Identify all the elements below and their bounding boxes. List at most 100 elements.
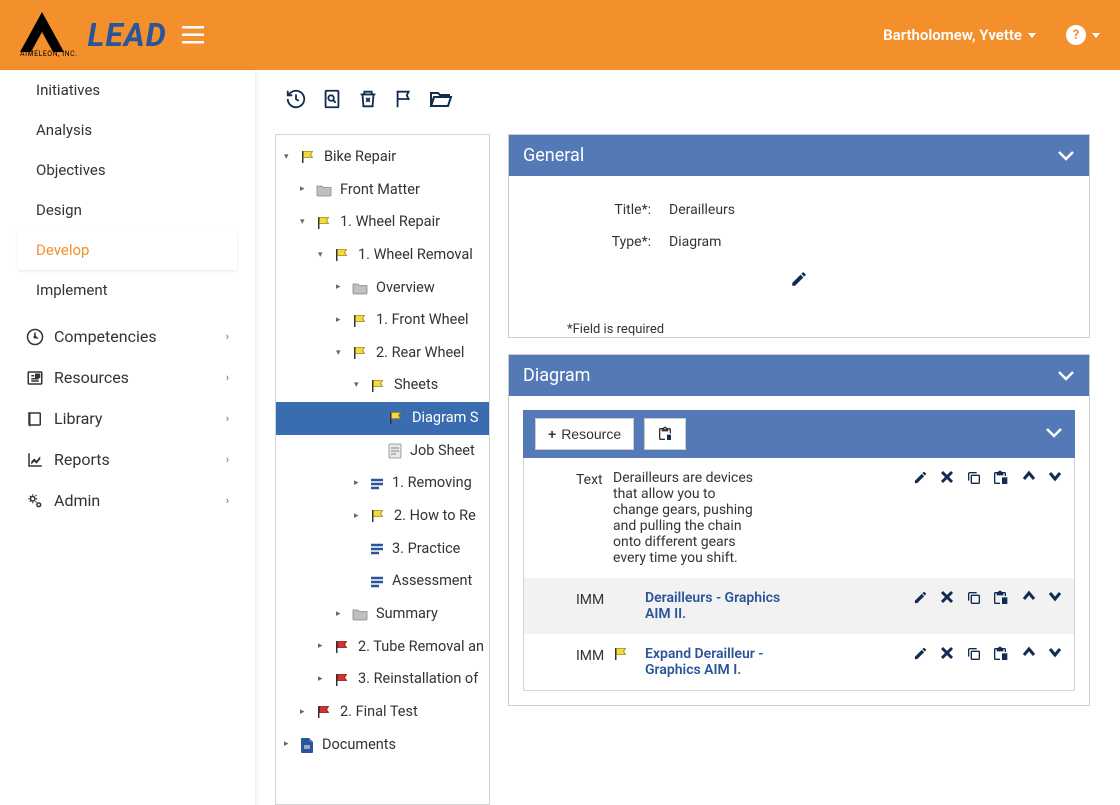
tree-label: Sheets bbox=[394, 373, 438, 398]
tree-toggle[interactable]: ▾ bbox=[300, 215, 310, 230]
tree-label: Bike Repair bbox=[324, 145, 396, 170]
folder-open-icon[interactable] bbox=[429, 88, 453, 114]
add-resource-button[interactable]: + Resource bbox=[535, 418, 634, 450]
menu-toggle[interactable] bbox=[182, 26, 204, 44]
tree-toggle[interactable]: ▸ bbox=[336, 607, 346, 622]
move-up-icon[interactable] bbox=[1022, 470, 1036, 486]
nav-item-analysis[interactable]: Analysis bbox=[18, 110, 237, 150]
delete-icon[interactable] bbox=[940, 470, 954, 488]
history-icon[interactable] bbox=[285, 88, 307, 114]
paste-icon[interactable] bbox=[994, 590, 1010, 610]
paste-icon[interactable] bbox=[994, 646, 1010, 666]
logo-mark: AIMELEON, INC. bbox=[20, 12, 78, 58]
copy-icon[interactable] bbox=[966, 470, 982, 490]
help-menu[interactable]: ? bbox=[1066, 25, 1100, 45]
main-content: ▾ Bike Repair ▸Front Matter▾1. Wheel Repai… bbox=[255, 70, 1120, 805]
tree-node[interactable]: ▸1. Front Wheel bbox=[276, 304, 489, 337]
tree-node[interactable]: ▸Overview bbox=[276, 272, 489, 305]
tree-node[interactable]: ▾2. Rear Wheel bbox=[276, 337, 489, 370]
nav-section-admin[interactable]: Admin› bbox=[18, 480, 237, 521]
edit-icon[interactable] bbox=[913, 470, 928, 489]
user-menu[interactable]: Bartholomew, Yvette bbox=[883, 26, 1036, 44]
delete-icon[interactable] bbox=[357, 88, 379, 114]
tree-node[interactable]: ▾ Sheets bbox=[276, 369, 489, 402]
tree-node[interactable]: ▾1. Wheel Removal bbox=[276, 239, 489, 272]
chevron-down-icon[interactable] bbox=[1057, 145, 1075, 166]
tree-toggle[interactable]: ▸ bbox=[354, 476, 364, 491]
edit-icon[interactable] bbox=[913, 590, 928, 609]
field-row: Title*:Derailleurs bbox=[529, 194, 1069, 226]
flag-yellow-icon bbox=[388, 410, 404, 426]
tree-toggle[interactable]: ▸ bbox=[336, 313, 346, 328]
tree-node[interactable]: ▸Documents bbox=[276, 729, 489, 762]
tree-node[interactable]: ▸3. Reinstallation of bbox=[276, 663, 489, 696]
tree-node[interactable]: ▾ Bike Repair bbox=[276, 141, 489, 174]
tree-toggle[interactable]: ▸ bbox=[318, 639, 328, 654]
move-down-icon[interactable] bbox=[1048, 590, 1062, 606]
copy-icon[interactable] bbox=[966, 590, 982, 610]
nav-section-reports[interactable]: Reports› bbox=[18, 439, 237, 480]
tree-label: Summary bbox=[376, 602, 438, 627]
tree-node[interactable]: Diagram S bbox=[276, 402, 489, 435]
tree-node[interactable]: 3. Practice bbox=[276, 533, 489, 566]
tree-node[interactable]: ▾1. Wheel Repair bbox=[276, 206, 489, 239]
tree-node[interactable]: ▸Front Matter bbox=[276, 174, 489, 207]
tree-toggle[interactable]: ▸ bbox=[300, 182, 310, 197]
nav-item-objectives[interactable]: Objectives bbox=[18, 150, 237, 190]
resource-type: IMM bbox=[536, 590, 601, 622]
nav-item-design[interactable]: Design bbox=[18, 190, 237, 230]
search-doc-icon[interactable] bbox=[321, 88, 343, 114]
tree-toggle[interactable]: ▸ bbox=[284, 737, 294, 752]
copy-icon[interactable] bbox=[966, 646, 982, 666]
paste-icon[interactable] bbox=[994, 470, 1010, 490]
lines-icon bbox=[370, 477, 384, 491]
delete-icon[interactable] bbox=[940, 590, 954, 608]
move-down-icon[interactable] bbox=[1048, 470, 1062, 486]
tree-toggle[interactable]: ▸ bbox=[354, 509, 364, 524]
tree-node[interactable]: ▸ Summary bbox=[276, 598, 489, 631]
tree-toggle[interactable]: ▸ bbox=[300, 705, 310, 720]
chevron-right-icon: › bbox=[226, 494, 229, 507]
flag-icon[interactable] bbox=[393, 88, 415, 114]
edit-button[interactable] bbox=[529, 258, 1069, 298]
panel-title: Diagram bbox=[523, 365, 590, 386]
tree-toggle[interactable]: ▾ bbox=[318, 248, 328, 263]
chevron-down-icon[interactable] bbox=[1057, 365, 1075, 386]
move-up-icon[interactable] bbox=[1022, 646, 1036, 662]
nav-section-library[interactable]: Library› bbox=[18, 398, 237, 439]
delete-icon[interactable] bbox=[940, 646, 954, 664]
tree-node[interactable]: Job Sheet bbox=[276, 435, 489, 468]
help-icon: ? bbox=[1066, 25, 1086, 45]
field-value: Diagram bbox=[669, 234, 1069, 250]
nav-item-initiatives[interactable]: Initiatives bbox=[18, 70, 237, 110]
flag-yellow-icon bbox=[370, 508, 386, 524]
tree-toggle[interactable]: ▸ bbox=[318, 672, 328, 687]
chart-icon bbox=[26, 451, 44, 469]
required-note: *Field is required bbox=[509, 316, 1089, 337]
edit-icon[interactable] bbox=[913, 646, 928, 665]
flag-red-icon bbox=[316, 704, 332, 720]
tree-toggle[interactable]: ▾ bbox=[354, 378, 364, 393]
tree-node[interactable]: ▸1. Removing bbox=[276, 467, 489, 500]
nav-section-competencies[interactable]: Competencies› bbox=[18, 316, 237, 357]
tree-toggle[interactable]: ▾ bbox=[336, 346, 346, 361]
tree-toggle[interactable]: ▸ bbox=[336, 280, 346, 295]
tree-node[interactable]: ▸2. Tube Removal an bbox=[276, 631, 489, 664]
user-name-label: Bartholomew, Yvette bbox=[883, 26, 1022, 44]
paste-button[interactable] bbox=[644, 418, 686, 450]
tree-node[interactable]: ▸2. How to Re bbox=[276, 500, 489, 533]
tree-toggle[interactable]: ▾ bbox=[284, 150, 294, 165]
nav-item-implement[interactable]: Implement bbox=[18, 270, 237, 310]
toolbar bbox=[255, 70, 1120, 124]
nav-item-develop[interactable]: Develop bbox=[18, 230, 237, 270]
field-label: Type*: bbox=[529, 234, 669, 250]
move-up-icon[interactable] bbox=[1022, 590, 1036, 606]
move-down-icon[interactable] bbox=[1048, 646, 1062, 662]
resource-row: IMMExpand Derailleur - Graphics AIM I. bbox=[524, 634, 1074, 690]
tree-node[interactable]: ▸2. Final Test bbox=[276, 696, 489, 729]
resource-content[interactable]: Expand Derailleur - Graphics AIM I. bbox=[645, 646, 785, 678]
chevron-down-icon[interactable] bbox=[1045, 426, 1063, 442]
resource-content[interactable]: Derailleurs - Graphics AIM II. bbox=[645, 590, 785, 622]
nav-section-resources[interactable]: Resources› bbox=[18, 357, 237, 398]
tree-node[interactable]: Assessment bbox=[276, 565, 489, 598]
